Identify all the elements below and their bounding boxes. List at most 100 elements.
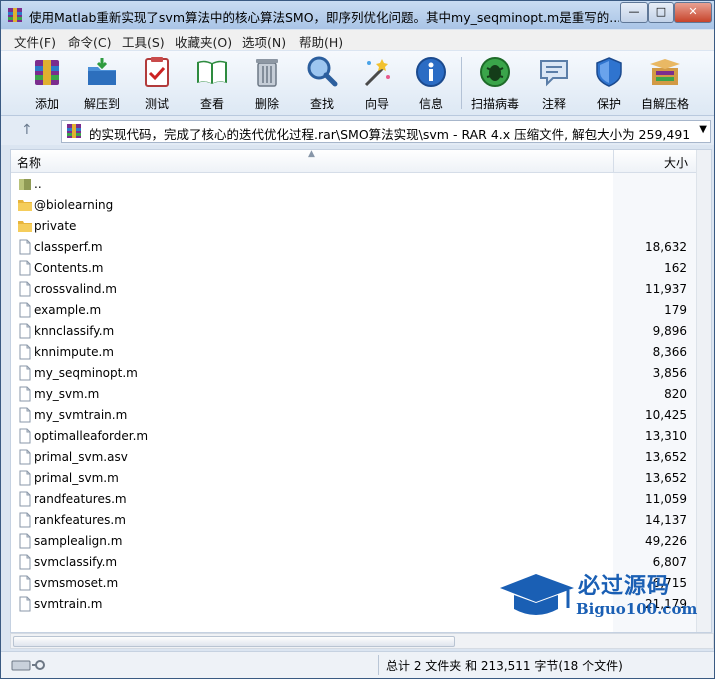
- folder-icon: [18, 200, 32, 211]
- file-row[interactable]: Contents.m 162: [11, 258, 696, 279]
- protect-icon: [596, 57, 622, 87]
- sfx-button[interactable]: 自解压格: [639, 55, 691, 112]
- file-name: example.m: [34, 303, 102, 317]
- protect-button[interactable]: 保护: [583, 55, 635, 112]
- file-size: 11,059: [645, 492, 687, 506]
- extract-to-label: 解压到: [83, 97, 120, 111]
- file-row[interactable]: private: [11, 216, 696, 237]
- file-row[interactable]: my_seqminopt.m 3,856: [11, 363, 696, 384]
- file-row[interactable]: primal_svm.m 13,652: [11, 468, 696, 489]
- file-name: samplealign.m: [34, 534, 123, 548]
- info-button[interactable]: 信息: [405, 55, 457, 112]
- file-icon: [19, 491, 31, 507]
- comment-button[interactable]: 注释: [528, 55, 580, 112]
- file-name: knnimpute.m: [34, 345, 114, 359]
- file-icon: [19, 386, 31, 402]
- file-size: 18,632: [645, 240, 687, 254]
- file-icon: [19, 470, 31, 486]
- menu-help[interactable]: 帮助(H): [299, 32, 343, 51]
- close-button[interactable]: ✕: [674, 2, 712, 23]
- extract-to-button[interactable]: 解压到: [76, 55, 128, 112]
- add-button[interactable]: 添加: [21, 55, 73, 112]
- menu-file[interactable]: 文件(F): [14, 32, 56, 51]
- list-header: 名称 ▲ 大小: [11, 150, 711, 173]
- find-button[interactable]: 查找: [296, 55, 348, 112]
- menu-bar: 文件(F) 命令(C) 工具(S) 收藏夹(O) 选项(N) 帮助(H): [1, 30, 714, 50]
- column-name-header[interactable]: 名称: [17, 154, 41, 171]
- file-row[interactable]: example.m 179: [11, 300, 696, 321]
- file-icon: [19, 512, 31, 528]
- file-name: rankfeatures.m: [34, 513, 126, 527]
- virus-scan-icon: [480, 57, 510, 87]
- wizard-label: 向导: [364, 97, 389, 111]
- file-icon: [19, 281, 31, 297]
- file-row[interactable]: optimalleaforder.m 13,310: [11, 426, 696, 447]
- address-path: 的实现代码，完成了核心的迭代优化过程.rar\SMO算法实现\svm - RAR…: [89, 127, 689, 142]
- file-row[interactable]: my_svm.m 820: [11, 384, 696, 405]
- file-name: knnclassify.m: [34, 324, 115, 338]
- file-row[interactable]: my_svmtrain.m 10,425: [11, 405, 696, 426]
- toolbar-separator: [461, 57, 462, 109]
- file-row[interactable]: rankfeatures.m 14,137: [11, 510, 696, 531]
- virus-scan-button[interactable]: 扫描病毒: [469, 55, 521, 112]
- file-row[interactable]: @biolearning: [11, 195, 696, 216]
- drive-key-icon[interactable]: [11, 658, 51, 672]
- file-name: randfeatures.m: [34, 492, 127, 506]
- file-row[interactable]: samplealign.m 49,226: [11, 531, 696, 552]
- file-row[interactable]: knnclassify.m 9,896: [11, 321, 696, 342]
- file-row[interactable]: ..: [11, 174, 696, 195]
- menu-tools[interactable]: 工具(S): [122, 32, 165, 51]
- file-icon: [19, 533, 31, 549]
- delete-button[interactable]: 删除: [241, 55, 293, 112]
- file-size: 8,366: [652, 345, 687, 359]
- address-field[interactable]: 的实现代码，完成了核心的迭代优化过程.rar\SMO算法实现\svm - RAR…: [61, 120, 711, 143]
- file-name: primal_svm.m: [34, 471, 119, 485]
- file-icon: [19, 323, 31, 339]
- wizard-button[interactable]: 向导: [351, 55, 403, 112]
- folder-icon: [18, 221, 32, 232]
- chevron-down-icon[interactable]: ▼: [699, 124, 707, 135]
- archive-icon: [67, 124, 81, 138]
- comment-label: 注释: [541, 97, 566, 111]
- file-list[interactable]: 名称 ▲ 大小 .. @biolearning private classperf.m…: [10, 149, 712, 633]
- file-size: 49,226: [645, 534, 687, 548]
- file-row[interactable]: classperf.m 18,632: [11, 237, 696, 258]
- protect-label: 保护: [596, 97, 621, 111]
- wizard-icon: [364, 59, 390, 87]
- watermark-logo: 必过源码 Biguo100.com: [498, 566, 698, 626]
- column-size-header[interactable]: 大小: [613, 150, 697, 172]
- up-arrow-icon[interactable]: ↑: [21, 122, 33, 138]
- title-bar[interactable]: 使用Matlab重新实现了svm算法中的核心算法SMO，即序列优化问题。其中my…: [1, 1, 714, 29]
- view-button[interactable]: 查看: [186, 55, 238, 112]
- test-icon: [145, 57, 169, 87]
- file-name: svmsmoset.m: [34, 576, 119, 590]
- menu-command[interactable]: 命令(C): [68, 32, 111, 51]
- menu-favorites[interactable]: 收藏夹(O): [175, 32, 232, 51]
- file-name: private: [34, 219, 77, 233]
- parent-folder-icon: [19, 179, 31, 190]
- file-row[interactable]: primal_svm.asv 13,652: [11, 447, 696, 468]
- sfx-label: 自解压格: [640, 97, 689, 111]
- file-name: svmtrain.m: [34, 597, 103, 611]
- winrar-window: 使用Matlab重新实现了svm算法中的核心算法SMO，即序列优化问题。其中my…: [0, 0, 715, 679]
- file-size: 3,856: [652, 366, 687, 380]
- add-label: 添加: [34, 97, 59, 111]
- menu-options[interactable]: 选项(N): [242, 32, 286, 51]
- horizontal-scroll-thumb[interactable]: [13, 636, 455, 647]
- test-button[interactable]: 测试: [131, 55, 183, 112]
- file-row[interactable]: knnimpute.m 8,366: [11, 342, 696, 363]
- file-size: 14,137: [645, 513, 687, 527]
- file-row[interactable]: randfeatures.m 11,059: [11, 489, 696, 510]
- horizontal-scrollbar[interactable]: [10, 633, 714, 649]
- file-size: 11,937: [645, 282, 687, 296]
- minimize-button[interactable]: —: [620, 2, 648, 23]
- file-row[interactable]: crossvalind.m 11,937: [11, 279, 696, 300]
- file-size: 13,652: [645, 471, 687, 485]
- watermark-en-text: Biguo100.com: [576, 600, 698, 618]
- comment-icon: [540, 60, 568, 87]
- info-label: 信息: [418, 97, 443, 111]
- vertical-scrollbar[interactable]: [696, 150, 711, 632]
- maximize-button[interactable]: □: [648, 2, 674, 23]
- file-name: svmclassify.m: [34, 555, 118, 569]
- file-name: optimalleaforder.m: [34, 429, 149, 443]
